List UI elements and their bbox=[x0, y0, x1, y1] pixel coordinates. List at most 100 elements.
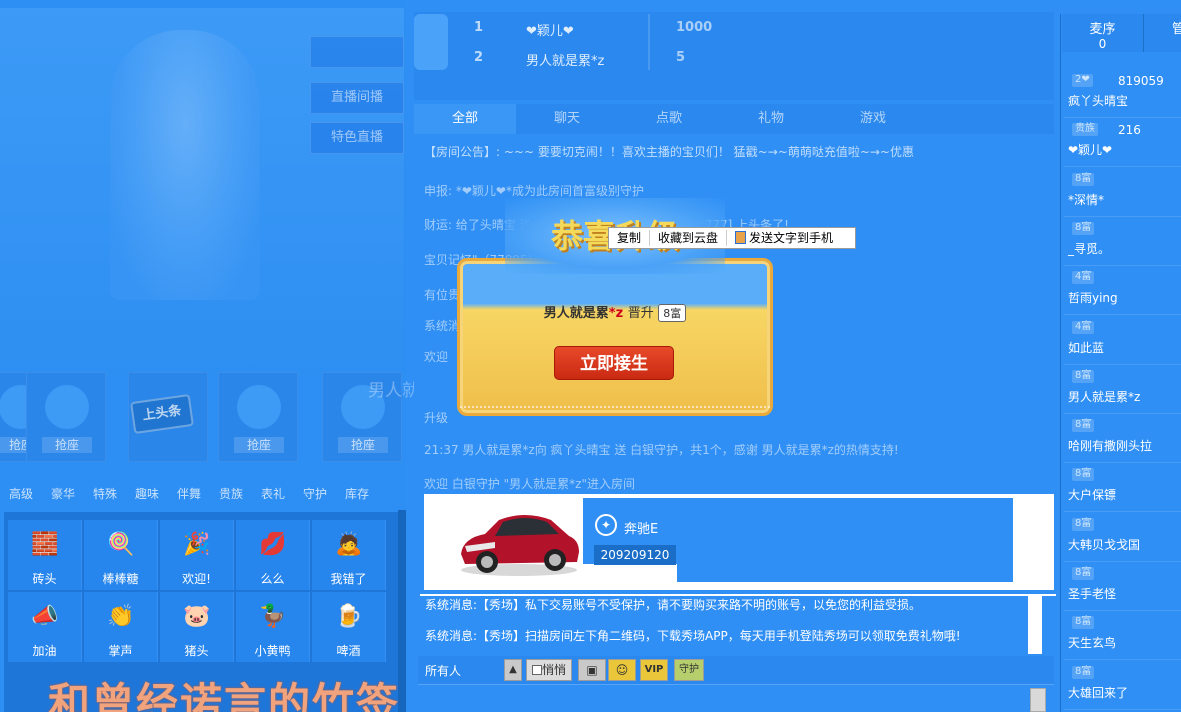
gift-item[interactable]: 🙇 我错了 bbox=[312, 520, 386, 590]
rank-user-name[interactable]: 男人就是累*z bbox=[526, 50, 604, 69]
user-list-item[interactable]: 2❤ 819059 疯丫头晴宝 bbox=[1064, 70, 1181, 118]
input-scrollbar[interactable] bbox=[1030, 688, 1046, 712]
gift-item[interactable]: 💋 么么 bbox=[236, 520, 310, 590]
gift-label: 猪头 bbox=[184, 644, 209, 658]
gift-label: 小黄鸭 bbox=[254, 644, 291, 658]
upgrade-verb: 晋升 bbox=[627, 306, 654, 321]
user-name: 圣手老怪 bbox=[1068, 587, 1117, 601]
context-send-phone[interactable]: 发送文字到手机 bbox=[727, 228, 841, 248]
rank-user-name[interactable]: ❤颖儿❤ bbox=[526, 20, 574, 39]
whisper-checkbox[interactable] bbox=[531, 665, 542, 675]
context-save-cloud[interactable]: 收藏到云盘 bbox=[650, 228, 726, 248]
gift-category-tab[interactable]: 库存 bbox=[336, 480, 378, 508]
gift-item[interactable]: 🎉 欢迎! bbox=[160, 520, 234, 590]
gift-category-tab[interactable]: 伴舞 bbox=[168, 480, 210, 508]
user-list-item[interactable]: 8富 大韩贝戈戈国 bbox=[1064, 514, 1181, 562]
context-copy[interactable]: 复制 bbox=[609, 228, 649, 248]
user-name: *深情* bbox=[1068, 193, 1105, 207]
tab-gifts[interactable]: 礼物 bbox=[720, 104, 822, 134]
user-level-badge: 8富 bbox=[1072, 616, 1095, 629]
gift-category-tab[interactable]: 表礼 bbox=[252, 480, 294, 508]
gift-item[interactable]: 🧱 砖头 bbox=[8, 520, 82, 590]
system-message: 系统消息:【秀场】扫描房间左下角二维码，下载秀场APP，每天用手机登陆秀场可以领… bbox=[425, 629, 961, 643]
emoji-icon[interactable]: ☺ bbox=[608, 659, 636, 681]
upgrade-popup bbox=[457, 258, 773, 416]
user-name: 如此蓝 bbox=[1068, 341, 1105, 355]
video-overlay-caption: 和曾经诺言的竹签 bbox=[48, 679, 401, 712]
catch-upgrade-button[interactable]: 立即接生 bbox=[554, 346, 674, 380]
video-overlay-button-3[interactable]: 特色直播 bbox=[310, 122, 404, 154]
user-list-item[interactable]: 8富 圣手老怪 bbox=[1064, 563, 1181, 611]
gift-item[interactable]: 🦆 小黄鸭 bbox=[236, 592, 310, 662]
seat-slot[interactable]: 抢座 bbox=[26, 372, 106, 462]
rank-score: 1000 bbox=[676, 20, 713, 35]
tab-admin[interactable]: 管 bbox=[1146, 14, 1181, 52]
upgrade-nickname: 男人就是累 bbox=[543, 306, 609, 321]
recipient-selector[interactable]: 所有人 bbox=[425, 662, 461, 679]
chat-line: 欢迎 bbox=[424, 350, 449, 364]
user-list-item[interactable]: 8富 _寻觅。 bbox=[1064, 218, 1181, 266]
user-list-item[interactable]: 8富大户保镖 bbox=[1064, 464, 1181, 512]
gift-item[interactable]: 🍭 棒棒糖 bbox=[84, 520, 158, 590]
recipient-dropdown-icon[interactable]: ▲ bbox=[504, 659, 522, 681]
gift-item[interactable]: 📣 加油 bbox=[8, 592, 82, 662]
user-name: 哈刚有撒刚头拉 bbox=[1068, 439, 1153, 453]
system-scrollbar[interactable] bbox=[1028, 596, 1042, 654]
image-icon[interactable]: ▣ bbox=[578, 659, 606, 681]
video-overlay-button-2[interactable]: 直播间播 bbox=[310, 82, 404, 114]
tab-songs[interactable]: 点歌 bbox=[618, 104, 720, 134]
whisper-label: 悄悄 bbox=[541, 663, 566, 677]
chat-input[interactable] bbox=[418, 684, 1054, 712]
user-list-item[interactable]: 8富 天生玄鸟 bbox=[1064, 612, 1181, 660]
video-overlay-button-1[interactable] bbox=[310, 36, 404, 68]
vip-icon[interactable]: VIP bbox=[640, 659, 668, 681]
chat-line: 欢迎 白银守护 "男人就是累*z"进入房间 bbox=[424, 477, 635, 491]
gift-category-tab[interactable]: 守护 bbox=[294, 480, 336, 508]
user-list-item[interactable]: 8富 *深情* bbox=[1064, 169, 1181, 217]
gift-category-tab[interactable]: 豪华 bbox=[42, 480, 84, 508]
tab-all[interactable]: 全部 bbox=[414, 104, 516, 134]
user-name: 哲雨ying bbox=[1068, 291, 1118, 305]
user-level-badge: 8富 bbox=[1072, 468, 1095, 481]
tab-mic-queue[interactable]: 麦序 0 bbox=[1062, 14, 1144, 52]
user-list-item[interactable]: 8富 大雄回来了 bbox=[1064, 662, 1181, 710]
upgrade-nickname-tail: *z bbox=[608, 306, 624, 321]
level-badge: 8富 bbox=[658, 304, 687, 322]
user-list-item[interactable]: 8富 男人就是累*z bbox=[1064, 366, 1181, 414]
gift-item[interactable]: 👏 掌声 bbox=[84, 592, 158, 662]
gift-label: 么么 bbox=[260, 572, 285, 586]
whisper-toggle[interactable]: 悄悄 bbox=[526, 659, 572, 681]
car-icon bbox=[461, 515, 579, 576]
user-name: 大户保镖 bbox=[1068, 488, 1117, 502]
rank-divider bbox=[648, 14, 650, 70]
tab-games[interactable]: 游戏 bbox=[822, 104, 924, 134]
user-name: 男人就是累*z bbox=[1068, 390, 1141, 404]
gift-category-tab[interactable]: 贵族 bbox=[210, 480, 252, 508]
kiss-icon: 💋 bbox=[259, 532, 287, 557]
user-level-badge: 贵族 bbox=[1072, 123, 1098, 136]
user-list-item[interactable]: 4富 如此蓝 bbox=[1064, 317, 1181, 365]
gift-category-tab[interactable]: 趣味 bbox=[126, 480, 168, 508]
gift-category-tab[interactable]: 高级 bbox=[0, 480, 42, 508]
gift-item[interactable]: 🐷 猪头 bbox=[160, 592, 234, 662]
seat-row: 抢座 抢座 抢座 抢座 bbox=[0, 372, 404, 464]
pig-icon: 🐷 bbox=[183, 604, 211, 629]
system-scrollbar-track bbox=[1042, 596, 1050, 654]
sorry-icon: 🙇 bbox=[335, 532, 363, 557]
user-extra: 819059 bbox=[1118, 74, 1164, 88]
phone-icon bbox=[735, 231, 747, 244]
user-name: 疯丫头晴宝 bbox=[1068, 94, 1129, 108]
gift-item[interactable]: 🍺 啤酒 bbox=[312, 592, 386, 662]
user-list-item[interactable]: 4富 哲雨ying bbox=[1064, 267, 1181, 315]
user-list-item[interactable]: 8富 哈刚有撒刚头拉 bbox=[1064, 415, 1181, 463]
tab-chat[interactable]: 聊天 bbox=[516, 104, 618, 134]
user-list-item[interactable]: 贵族 216 ❤颖儿❤ bbox=[1064, 119, 1181, 167]
cheer-icon: 📣 bbox=[31, 604, 59, 629]
beer-icon: 🍺 bbox=[335, 604, 363, 629]
guard-icon[interactable]: 守护 bbox=[674, 659, 704, 681]
car-price-strip bbox=[583, 564, 677, 582]
gift-category-tab[interactable]: 特殊 bbox=[84, 480, 126, 508]
user-level-badge: 8富 bbox=[1072, 666, 1095, 679]
seat-slot[interactable]: 抢座 bbox=[218, 372, 298, 462]
tab-mic-count: 0 bbox=[1098, 37, 1107, 51]
